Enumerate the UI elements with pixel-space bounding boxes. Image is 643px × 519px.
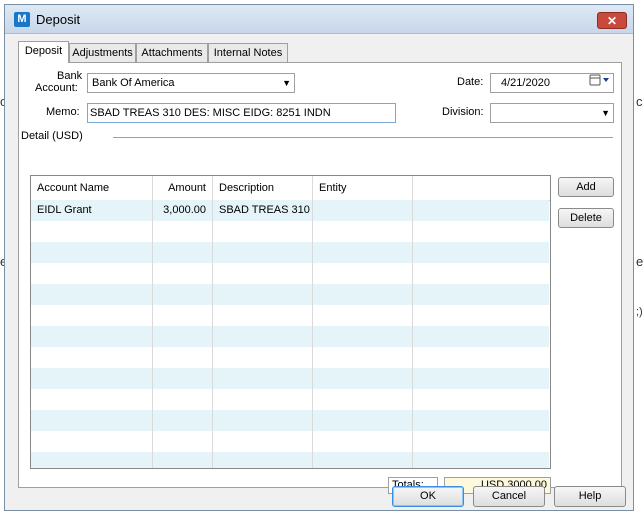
memo-value: SBAD TREAS 310 DES: MISC EIDG: 8251 INDN: [90, 107, 331, 119]
table-row-empty[interactable]: [31, 452, 549, 468]
column-header-account-name[interactable]: Account Name: [31, 176, 153, 200]
deposit-tab-panel: Bank Account: Bank Of America ▼ Date: 4/…: [18, 62, 622, 494]
table-row-empty[interactable]: [31, 221, 549, 242]
grid-header: Account Name Amount Description Entity: [31, 176, 550, 201]
table-row-empty[interactable]: [31, 410, 549, 431]
cell-description[interactable]: SBAD TREAS 310 DES: [213, 200, 313, 221]
title-bar[interactable]: M Deposit ✕: [5, 5, 633, 34]
cancel-button[interactable]: Cancel: [473, 486, 545, 507]
column-header-entity[interactable]: Entity: [313, 176, 413, 200]
delete-button[interactable]: Delete: [558, 208, 614, 228]
table-row-empty[interactable]: [31, 284, 549, 305]
background-text: c: [636, 94, 643, 109]
table-row-empty[interactable]: [31, 326, 549, 347]
table-row-empty[interactable]: [31, 347, 549, 368]
ok-button[interactable]: OK: [392, 486, 464, 507]
column-divider: [212, 176, 213, 468]
chevron-down-icon[interactable]: ▼: [601, 104, 610, 122]
add-button[interactable]: Add: [558, 177, 614, 197]
tab-adjustments[interactable]: Adjustments: [69, 43, 136, 62]
cell-account-name[interactable]: EIDL Grant: [31, 200, 153, 221]
detail-grid[interactable]: Account Name Amount Description Entity E…: [30, 175, 551, 469]
column-divider: [312, 176, 313, 468]
section-divider: [113, 137, 613, 138]
date-field[interactable]: 4/21/2020: [490, 73, 614, 93]
bank-account-select[interactable]: Bank Of America ▼: [87, 73, 295, 93]
deposit-dialog: M Deposit ✕ Deposit Adjustments Attachme…: [4, 4, 634, 511]
bank-account-label: Bank: [57, 70, 83, 82]
table-row-empty[interactable]: [31, 368, 549, 389]
close-icon: ✕: [606, 14, 618, 28]
background-text: ;): [636, 306, 643, 318]
table-row-empty[interactable]: [31, 263, 549, 284]
column-header-amount[interactable]: Amount: [153, 176, 213, 200]
dialog-body: Deposit Adjustments Attachments Internal…: [10, 35, 628, 507]
calendar-icon[interactable]: [589, 74, 611, 92]
division-label: Division:: [442, 106, 484, 118]
memo-input[interactable]: SBAD TREAS 310 DES: MISC EIDG: 8251 INDN: [87, 103, 396, 123]
tab-internal-notes[interactable]: Internal Notes: [208, 43, 288, 62]
help-button[interactable]: Help: [554, 486, 626, 507]
date-label: Date:: [457, 76, 484, 88]
table-row-empty[interactable]: [31, 242, 549, 263]
close-button[interactable]: ✕: [597, 12, 627, 29]
table-row[interactable]: EIDL Grant 3,000.00 SBAD TREAS 310 DES: [31, 200, 549, 221]
bank-account-value: Bank Of America: [92, 77, 175, 89]
column-divider: [152, 176, 153, 468]
tab-attachments[interactable]: Attachments: [136, 43, 208, 62]
column-header-description[interactable]: Description: [213, 176, 313, 200]
column-divider: [412, 176, 413, 468]
table-row-empty[interactable]: [31, 431, 549, 452]
tab-deposit[interactable]: Deposit: [18, 41, 69, 63]
division-select[interactable]: ▼: [490, 103, 614, 123]
cell-amount[interactable]: 3,000.00: [153, 200, 213, 221]
bank-account-label: Account:: [35, 82, 78, 94]
table-row-empty[interactable]: [31, 305, 549, 326]
app-logo-icon: M: [14, 12, 30, 27]
chevron-down-icon[interactable]: ▼: [282, 74, 291, 92]
background-text: e: [636, 254, 643, 269]
cell-entity[interactable]: [313, 200, 413, 221]
memo-label: Memo:: [46, 106, 80, 118]
table-row-empty[interactable]: [31, 389, 549, 410]
detail-section-label: Detail (USD): [21, 130, 83, 142]
window-title: Deposit: [36, 12, 81, 27]
date-value: 4/21/2020: [501, 77, 550, 89]
